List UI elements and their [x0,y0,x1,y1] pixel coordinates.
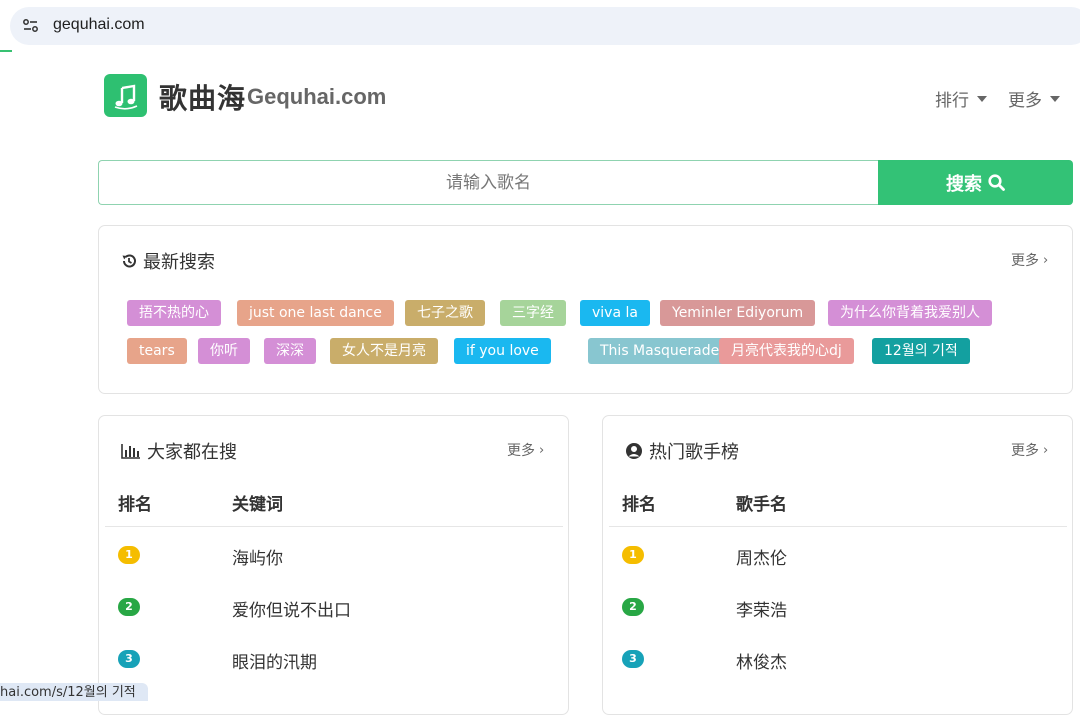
rank-badge: 3 [118,650,140,668]
rank-badge: 2 [118,598,140,616]
column-header-rank: 排名 [118,495,152,515]
browser-toolbar: gequhai.com [0,0,1080,52]
recent-search-tag[interactable]: This Masquerade [588,338,732,364]
search-input[interactable] [98,160,878,205]
column-header-keyword: 关键词 [232,495,283,515]
hot-singers-title: 热门歌手榜 [625,438,739,464]
url-text[interactable]: gequhai.com [53,16,145,34]
caret-down-icon [1050,95,1060,102]
recent-search-tag[interactable]: just one last dance [237,300,394,326]
recent-search-tag[interactable]: 12월의 기적 [872,338,970,364]
recent-search-tag[interactable]: tears [127,338,187,364]
logo-music-icon[interactable] [104,74,147,117]
column-header-singer: 歌手名 [736,495,787,515]
popular-searches-card: 大家都在搜 更多 › 排名 关键词 1 海屿你 2 爱你但说不出口 3 眼泪的汛期 [98,415,569,715]
recent-search-tag[interactable]: 三字经 [500,300,566,326]
recent-search-tag[interactable]: 你听 [198,338,250,364]
address-bar[interactable]: gequhai.com [10,7,1080,45]
rank-badge: 3 [622,650,644,668]
search-button-label: 搜索 [946,173,982,195]
hot-singers-title-text: 热门歌手榜 [649,442,739,463]
nav-more-label: 更多 [1008,91,1042,111]
table-divider [609,526,1067,527]
site-info-icon[interactable] [22,17,40,35]
nav-more-dropdown[interactable]: 更多 [1008,86,1060,111]
logo-title-en[interactable]: Gequhai.com [247,84,386,110]
rank-badge: 1 [622,546,644,564]
singers-more-label: 更多 [1011,443,1039,459]
recent-search-tag[interactable]: 为什么你背着我爱别人 [828,300,992,326]
recent-search-tag[interactable]: 女人不是月亮 [330,338,438,364]
rank-badge: 1 [118,546,140,564]
popular-more-link[interactable]: 更多 › [507,440,544,460]
link-status-bar: hai.com/s/12월의 기적 [0,683,148,701]
history-icon [122,254,136,268]
table-divider [105,526,563,527]
user-circle-icon [626,443,642,459]
recent-search-tag[interactable]: 七子之歌 [405,300,485,326]
logo-title-cn[interactable]: 歌曲海 [159,77,246,117]
popular-searches-title-text: 大家都在搜 [147,442,237,463]
singer-link[interactable]: 林俊杰 [736,648,787,673]
recent-searches-card: 最新搜索 更多 › 捂不热的心 just one last dance 七子之歌 三字… [98,225,1073,394]
bar-chart-icon [121,444,140,459]
hot-singers-card: 热门歌手榜 更多 › 排名 歌手名 1 周杰伦 2 李荣浩 3 林俊杰 [602,415,1073,715]
recent-more-link[interactable]: 更多 › [1011,250,1048,270]
keyword-link[interactable]: 眼泪的汛期 [232,648,317,673]
recent-searches-title-text: 最新搜索 [143,252,215,273]
keyword-link[interactable]: 爱你但说不出口 [232,596,351,621]
rank-badge: 2 [622,598,644,616]
caret-down-icon [977,95,987,102]
singer-link[interactable]: 周杰伦 [736,544,787,569]
nav-rank-label: 排行 [935,91,969,111]
singer-link[interactable]: 李荣浩 [736,596,787,621]
chevron-right-icon: › [1043,442,1049,458]
singers-more-link[interactable]: 更多 › [1011,440,1048,460]
recent-search-tag[interactable]: 月亮代表我的心dj [719,338,854,364]
chevron-right-icon: › [1043,252,1049,268]
popular-more-label: 更多 [507,443,535,459]
column-header-rank: 排名 [622,495,656,515]
recent-search-tag[interactable]: 深深 [264,338,316,364]
page-load-indicator [0,50,12,52]
recent-search-tag[interactable]: Yeminler Ediyorum [660,300,816,326]
search-icon [988,174,1005,191]
popular-searches-title: 大家都在搜 [121,438,237,464]
recent-searches-title: 最新搜索 [121,248,215,274]
nav-rank-dropdown[interactable]: 排行 [935,86,987,111]
recent-search-tag[interactable]: 捂不热的心 [127,300,221,326]
search-button[interactable]: 搜索 [878,160,1073,205]
keyword-link[interactable]: 海屿你 [232,544,283,569]
recent-search-tag[interactable]: if you love [454,338,551,364]
recent-search-tag[interactable]: viva la [580,300,650,326]
chevron-right-icon: › [539,442,545,458]
recent-more-label: 更多 [1011,253,1039,269]
